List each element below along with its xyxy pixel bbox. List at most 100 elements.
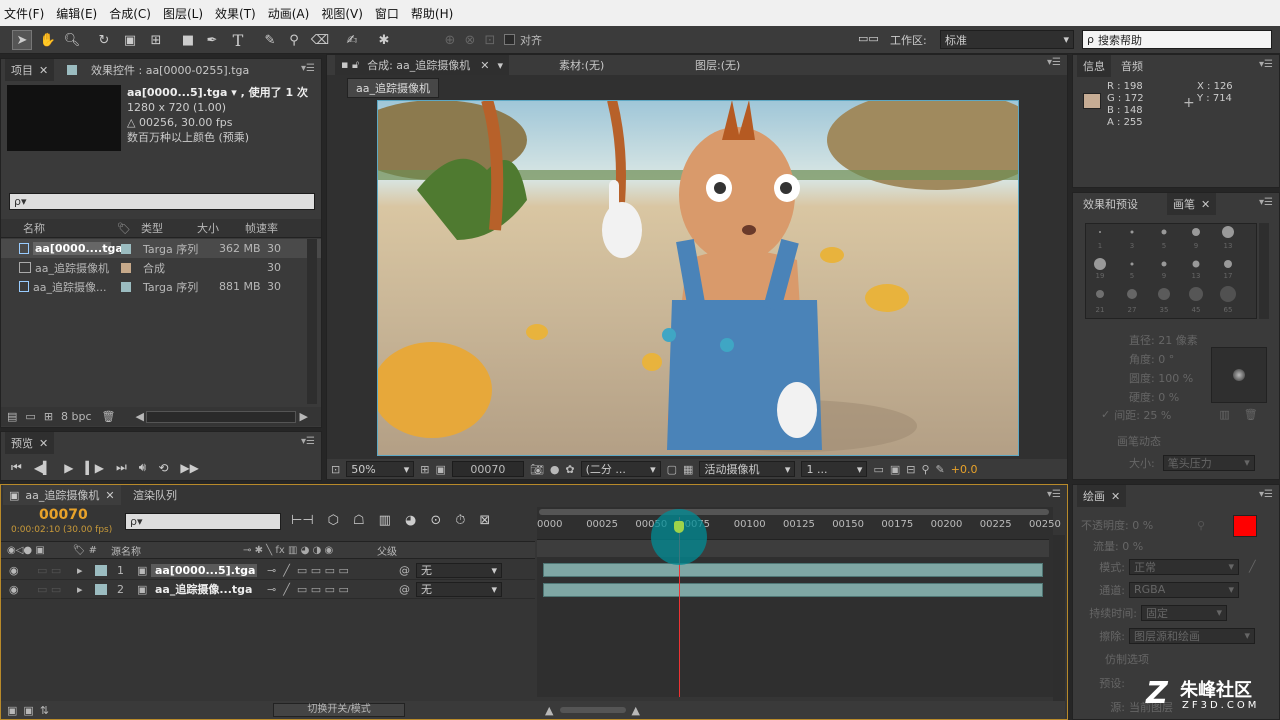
fit-icon[interactable]: ⊞ (420, 463, 429, 476)
panel-menu-icon[interactable]: ▾☰ (301, 63, 315, 74)
rotate-tool-icon[interactable]: ↻ (94, 30, 114, 50)
menu-animation[interactable]: 动画(A) (268, 5, 310, 22)
magnification-dropdown[interactable]: 50% ▾ (346, 461, 415, 477)
brush-tool-icon[interactable]: ✎ (260, 30, 280, 50)
zoom-in-icon[interactable]: ▲ (632, 704, 640, 717)
loop-icon[interactable]: ⟲ (158, 461, 168, 475)
show-snapshot-icon[interactable]: ● (550, 463, 560, 476)
tab-project[interactable]: 项目 ✕ (5, 59, 55, 81)
layer-name[interactable]: aa_追踪摄像...tga (151, 581, 257, 597)
scroll-right-icon[interactable]: ▶ (300, 410, 308, 423)
panel-menu-icon[interactable]: ▾☰ (1047, 57, 1061, 68)
chevron-down-icon[interactable]: ▾ (498, 59, 504, 72)
label-tag-icon[interactable]: 🏷︎ # (73, 545, 97, 556)
horizontal-scrollbar[interactable] (145, 410, 296, 423)
scroll-left-icon[interactable]: ◀ (136, 410, 146, 423)
expand-triangle-icon[interactable]: ▸ (77, 564, 87, 577)
panel-menu-icon[interactable]: ▾☰ (1047, 489, 1061, 500)
opacity-label[interactable]: 不透明度: 0 % (1081, 515, 1153, 536)
view-layout-dropdown[interactable]: 1 ... ▾ (801, 461, 868, 477)
rectangle-tool-icon[interactable]: ■ (178, 30, 198, 50)
menu-edit[interactable]: 编辑(E) (56, 5, 97, 22)
layer-2-bar[interactable] (543, 583, 1043, 597)
bpc-label[interactable]: 8 bpc (61, 410, 92, 423)
layer-1-bar[interactable] (543, 563, 1043, 577)
camera-tool-icon[interactable]: ▣ (120, 30, 140, 50)
snapshot-icon[interactable]: 📷︎ (530, 463, 544, 476)
label-swatch[interactable] (95, 564, 107, 576)
layer-row[interactable]: ◉ ▭ ▭ ▸ 2 ▣ aa_追踪摄像...tga ⊸ ╱ ▭ ▭ ▭ ▭ @ … (1, 580, 535, 599)
next-frame-icon[interactable]: ▍▶ (86, 461, 104, 475)
close-icon[interactable]: ✕ (1111, 490, 1120, 503)
panel-menu-icon[interactable]: ▾☰ (1259, 197, 1273, 208)
eraser-tool-icon[interactable]: ⌫ (310, 30, 330, 50)
menu-view[interactable]: 视图(V) (321, 5, 363, 22)
last-frame-icon[interactable]: ⏭ (116, 460, 127, 475)
visibility-eye-icon[interactable]: ◉ (9, 564, 37, 577)
mode-dropdown[interactable]: 正常 ▾ (1129, 558, 1239, 575)
resolution-dropdown[interactable]: (二分 ... ▾ (580, 461, 661, 477)
clone-stamp-tool-icon[interactable]: ⚲ (284, 30, 304, 50)
tab-brush[interactable]: 画笔 ✕ (1167, 193, 1217, 215)
layer-switches[interactable]: ⊸ ╱ ▭ ▭ ▭ ▭ (267, 583, 399, 596)
expand-transfer-icon[interactable]: ▣ (23, 704, 33, 717)
spacing-label[interactable]: 间距: 25 % (1114, 407, 1171, 423)
project-item[interactable]: aa_追踪摄像机 合成 30 (1, 258, 321, 277)
pickwhip-icon[interactable]: @ (399, 583, 410, 596)
tab-render-queue[interactable]: 渲染队列 (127, 485, 183, 505)
project-item[interactable]: aa[0000....tga Targa 序列 362 MB 30 (1, 239, 321, 258)
comp-breadcrumb[interactable]: aa_追踪摄像机 (347, 78, 439, 98)
layer-name[interactable]: aa[0000...5].tga (151, 563, 257, 577)
interpret-footage-icon[interactable]: ▤ (7, 410, 17, 423)
flowchart-icon[interactable]: ⚲ (921, 463, 929, 476)
col-size[interactable]: 大小 (197, 220, 245, 236)
expand-triangle-icon[interactable]: ▸ (77, 583, 87, 596)
frame-blending-icon[interactable]: ▥ (379, 513, 391, 528)
fast-previews-icon[interactable]: ▣ (890, 463, 900, 476)
parent-dropdown[interactable]: 无 ▾ (416, 562, 502, 578)
tab-paint[interactable]: 绘画 ✕ (1077, 485, 1127, 507)
text-tool-icon[interactable]: T (228, 30, 248, 50)
expand-layer-switches-icon[interactable]: ▣ (7, 704, 17, 717)
menu-composition[interactable]: 合成(C) (109, 5, 151, 22)
puppet-tool-icon[interactable]: ✱ (374, 30, 394, 50)
expand-in-out-icon[interactable]: ⇅ (40, 704, 49, 717)
exposure-value[interactable]: +0.0 (951, 463, 978, 476)
project-search-input[interactable]: ρ▾ (9, 193, 315, 210)
mini-flowchart-icon[interactable]: ⊢⊣ (291, 513, 314, 528)
timeline-icon[interactable]: ⊟ (906, 463, 915, 476)
workspace-dropdown[interactable]: 标准 ▾ (940, 30, 1074, 49)
solo-lock-boxes[interactable]: ▭ ▭ (37, 564, 77, 577)
draft-3d-icon[interactable]: ⬡ (328, 513, 339, 528)
tab-composition[interactable]: ▪ 🔓︎ 合成: aa_追踪摄像机 ✕ ▾ (335, 55, 510, 75)
layer-row[interactable]: ◉ ▭ ▭ ▸ 1 ▣ aa[0000...5].tga ⊸ ╱ ▭ ▭ ▭ ▭… (1, 561, 535, 580)
zoom-tool-icon[interactable]: 🔍︎ (62, 30, 82, 50)
close-icon[interactable]: ✕ (1201, 198, 1210, 211)
delete-brush-icon[interactable]: 🗑︎ (1244, 408, 1258, 421)
tab-effects-presets[interactable]: 效果和预设 (1077, 193, 1144, 215)
channel-icon[interactable]: ✿ (565, 463, 574, 476)
swap-colors-icon[interactable]: ⚲ (1197, 519, 1205, 532)
spacing-checkbox[interactable]: ✓ (1101, 408, 1110, 421)
reset-exposure-icon[interactable]: ✎ (936, 463, 945, 476)
col-type[interactable]: 类型 (141, 220, 197, 236)
close-icon[interactable]: ✕ (39, 64, 48, 77)
menu-layer[interactable]: 图层(L) (163, 5, 203, 22)
col-name[interactable]: 名称 (23, 220, 117, 236)
erase-dropdown[interactable]: 图层源和绘画 ▾ (1129, 627, 1255, 644)
roto-brush-tool-icon[interactable]: ✍ (342, 30, 362, 50)
always-preview-icon[interactable]: ⊡ (331, 463, 340, 476)
zoom-out-icon[interactable]: ▲ (545, 704, 553, 717)
flow-label[interactable]: 流量: 0 % (1081, 536, 1153, 557)
layer-switches[interactable]: ⊸ ╱ ▭ ▭ ▭ ▭ (267, 564, 399, 577)
close-icon[interactable]: ✕ (480, 59, 489, 72)
work-area-bar[interactable] (539, 509, 1049, 515)
menu-window[interactable]: 窗口 (375, 5, 399, 22)
current-time-field[interactable]: 00070 (451, 461, 524, 477)
hand-tool-icon[interactable]: ✋ (38, 30, 58, 50)
play-icon[interactable]: ▶ (64, 461, 73, 475)
size-dropdown[interactable]: 笔头压力 ▾ (1162, 454, 1255, 471)
panel-menu-icon[interactable]: ▾☰ (1259, 59, 1273, 70)
col-source-name[interactable]: 源名称 (111, 543, 243, 558)
toggle-switches-modes-button[interactable]: 切换开关/模式 (273, 703, 406, 717)
